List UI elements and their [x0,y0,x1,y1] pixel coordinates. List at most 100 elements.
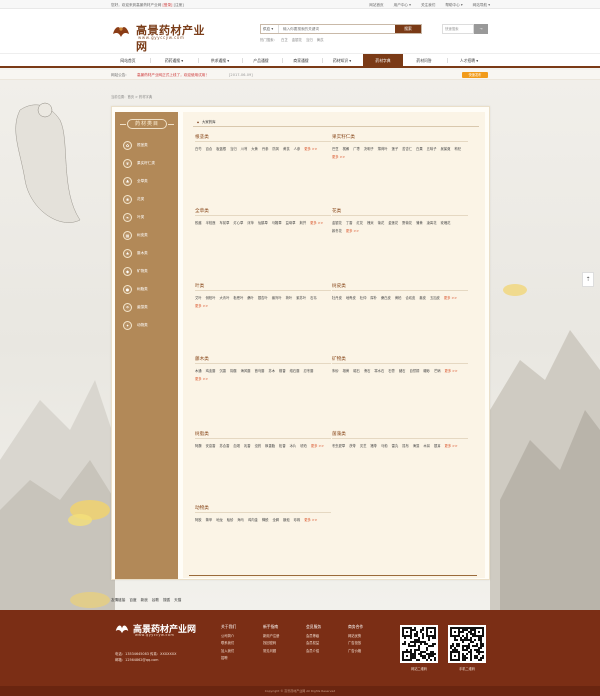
more-link[interactable]: 更多 >> [445,442,458,450]
herb-link[interactable]: 络石藤 [290,367,300,375]
herb-link[interactable]: 安息香 [206,442,216,450]
sidebar-item-flower[interactable]: ❀ 花类 [123,194,175,204]
footer-link[interactable]: 新用户注册 [263,633,279,641]
herb-link[interactable]: 马鞭草 [272,219,282,227]
herb-link[interactable]: 仙鹤草 [258,219,268,227]
herb-link[interactable]: 丹参 [262,145,269,153]
herb-link[interactable]: 五味子 [427,145,437,153]
topbar-help[interactable]: 帮助中心 ▾ [445,3,462,8]
nav-drug-search[interactable]: 药药通搜 ▾ [154,54,194,67]
herb-link[interactable]: 蛤蚧 [227,516,234,524]
herb-link[interactable]: 大黄 [251,145,258,153]
footer-link[interactable]: 广告价格 [348,648,363,656]
herb-link[interactable]: 菊花 [378,219,385,227]
topbar-sitemap[interactable]: 网站导航 ▾ [473,3,490,8]
nav-drug-knowledge[interactable]: 药材知识 ▾ [322,54,362,67]
herb-link[interactable]: 益母草 [286,219,296,227]
herb-link[interactable]: 血竭 [233,442,240,450]
herb-link[interactable]: 吴茱萸 [441,145,451,153]
herb-link[interactable]: 石膏 [388,367,395,375]
topbar-user-center[interactable]: 用户中心 ▾ [394,3,411,8]
herb-link[interactable]: 冰片 [290,442,297,450]
site-logo[interactable]: 高景药材产业网 www.gyyccyw.com [112,22,212,53]
herb-link[interactable]: 芒硝 [434,367,441,375]
search-button[interactable]: 搜索 [395,25,421,33]
herb-link[interactable]: 银杏叶 [258,294,268,302]
herb-link[interactable]: 厚朴 [370,294,377,302]
hot-keyword[interactable]: 金银花 [292,37,302,42]
herb-link[interactable]: 黄柏 [395,294,402,302]
herb-link[interactable]: 寒水石 [374,367,384,375]
more-link[interactable]: 更多 >> [346,227,359,235]
more-link[interactable]: 更多 >> [310,219,323,227]
herb-link[interactable]: 沉香 [219,367,226,375]
herb-link[interactable]: 苦杏仁 [402,145,412,153]
herb-link[interactable]: 番泻叶 [272,294,282,302]
more-link[interactable]: 更多 >> [304,516,317,524]
herb-link[interactable]: 艾叶 [195,294,202,302]
herb-link[interactable]: 鸡内金 [248,516,258,524]
sidebar-item-resin[interactable]: ● 树脂类 [123,284,175,294]
herb-link[interactable]: 广枣 [353,145,360,153]
herb-link[interactable]: 枇杷叶 [233,294,243,302]
herb-link[interactable]: 车前草 [219,219,229,227]
footer-link[interactable]: 联系我们 [221,640,236,648]
more-link[interactable]: 更多 >> [332,153,345,161]
herb-link[interactable]: 珍珠 [294,516,301,524]
footer-link[interactable]: 常见问题 [263,648,279,656]
herb-link[interactable]: 檀香 [279,367,286,375]
herb-link[interactable]: 鳖甲 [206,516,213,524]
herb-link[interactable]: 紫苏叶 [296,294,306,302]
footer-link[interactable]: 招聘 [221,655,236,663]
herb-link[interactable]: 蜈蚣 [283,516,290,524]
herb-link[interactable]: 枸杞 [454,145,461,153]
footer-link[interactable]: 会员等级 [306,633,321,641]
herb-link[interactable]: 海风藤 [241,367,251,375]
quick-publish-button[interactable]: 快速发布 [462,72,488,78]
nav-home[interactable]: 网站首页 [111,54,145,67]
herb-link[interactable]: 丁香 [346,219,353,227]
category-title[interactable]: 矿物类 [332,356,468,364]
register-link[interactable]: [注册] [174,3,184,7]
herb-link[interactable]: 海藻 [413,442,420,450]
herb-link[interactable]: 首乌藤 [255,367,265,375]
footer-link[interactable]: 会员介绍 [306,648,321,656]
quick-search-input[interactable]: 快速搜索 [442,24,474,34]
friend-link[interactable]: 百度 [129,598,136,603]
herb-link[interactable]: 忍冬藤 [304,367,314,375]
herb-link[interactable]: 磁石 [353,367,360,375]
herb-link[interactable]: 侧柏叶 [206,294,216,302]
herb-link[interactable]: 川芎 [241,145,248,153]
herb-link[interactable]: 合欢皮 [405,294,415,302]
topbar-follow[interactable]: 关注我们 [421,3,435,8]
category-title[interactable]: 根茎类 [195,134,331,142]
herb-link[interactable]: 半枝莲 [206,219,216,227]
sidebar-item-fruit[interactable]: ❦ 果实籽仁类 [123,158,175,168]
herb-link[interactable]: 黄芪 [283,145,290,153]
sidebar-item-root[interactable]: ✿ 根茎类 [123,140,175,150]
herb-link[interactable]: 苏合香 [219,442,229,450]
more-link[interactable]: 更多 >> [195,375,208,383]
herb-link[interactable]: 地龙 [216,516,223,524]
herb-link[interactable]: 荆芥 [300,219,307,227]
herb-link[interactable]: 凌霄花 [427,219,437,227]
footer-link[interactable]: 公司简介 [221,633,236,641]
herb-link[interactable]: 阿胶 [195,516,202,524]
more-link[interactable]: 更多 >> [311,442,324,450]
quick-search-button[interactable]: → [474,24,488,34]
category-title[interactable]: 全草类 [195,208,331,216]
herb-link[interactable]: 昆布 [402,442,409,450]
footer-link[interactable]: 网站优势 [348,633,363,641]
category-title[interactable]: 叶类 [195,283,331,291]
herb-link[interactable]: 自然铜 [409,367,419,375]
hot-keyword[interactable]: 当归 [306,37,313,42]
herb-link[interactable]: 没药 [255,442,262,450]
herb-link[interactable]: 浮萍 [247,219,254,227]
herb-link[interactable]: 槐米 [367,219,374,227]
herb-link[interactable]: 鸡血藤 [206,367,216,375]
category-title[interactable]: 藤木类 [195,356,331,364]
herb-link[interactable]: 人参 [294,145,301,153]
herb-link[interactable]: 地骨皮 [346,294,356,302]
search-type-select[interactable]: 供应 ▾ [261,25,279,33]
herb-link[interactable]: 百合 [206,145,213,153]
